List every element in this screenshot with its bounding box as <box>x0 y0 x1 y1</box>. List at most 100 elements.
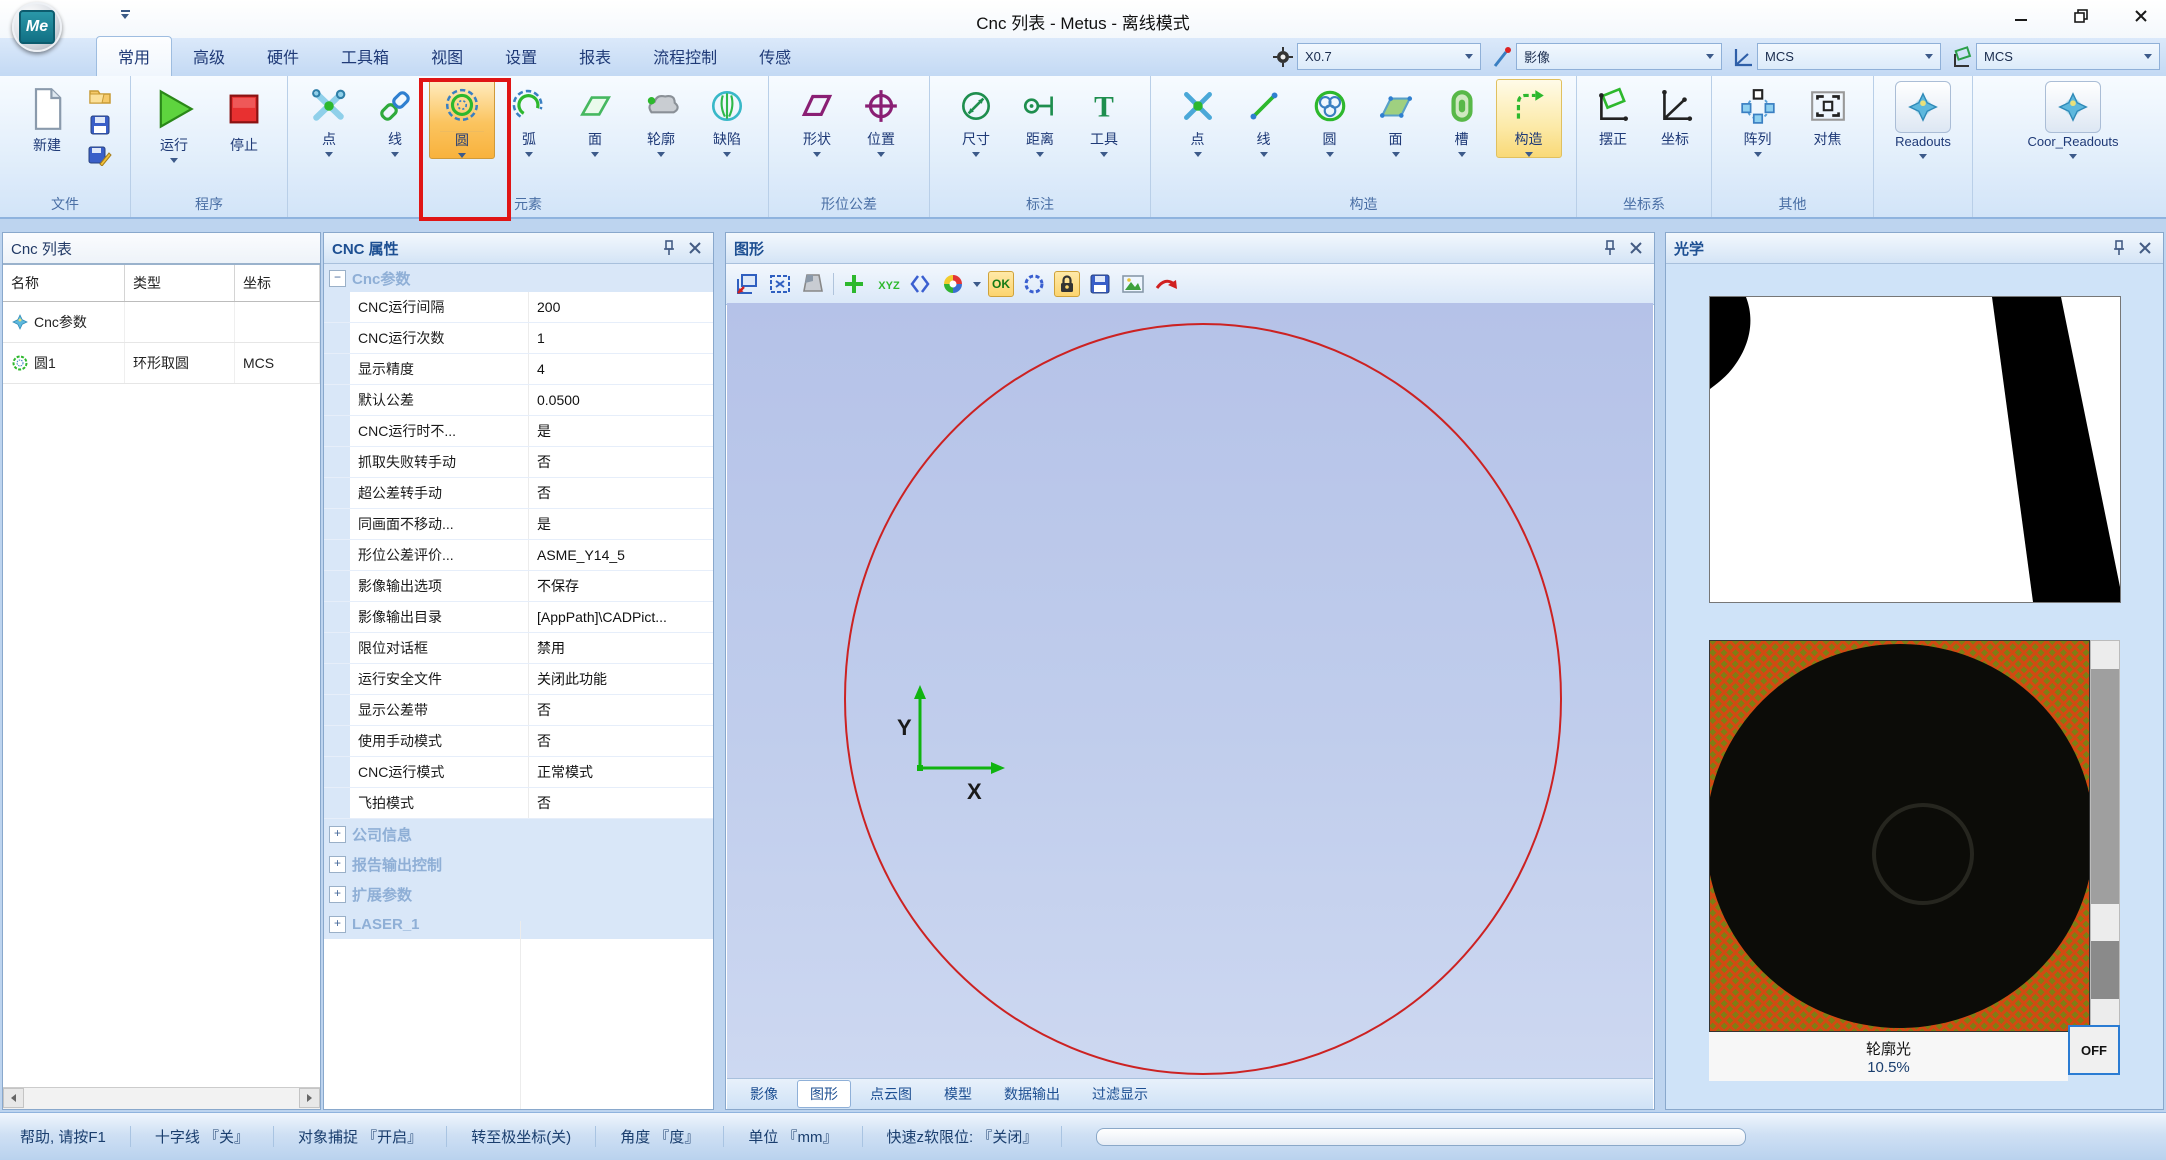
close-panel-button[interactable] <box>2135 239 2155 257</box>
tab-gongjuxiang[interactable]: 工具箱 <box>320 36 410 76</box>
camera-live-view[interactable] <box>1709 640 2090 1032</box>
tab-model-view[interactable]: 模型 <box>931 1080 985 1108</box>
collapsed-section[interactable]: + 扩展参数 <box>324 879 713 909</box>
annotation-tool-button[interactable]: T 工具 <box>1072 79 1136 157</box>
close-panel-button[interactable] <box>685 239 705 257</box>
element-defect-button[interactable]: 缺陷 <box>695 79 759 157</box>
expand-expander-icon[interactable]: + <box>329 826 346 843</box>
new-button[interactable]: 新建 <box>12 79 82 154</box>
property-value[interactable]: 4 <box>528 354 713 384</box>
property-value[interactable]: 否 <box>528 447 713 477</box>
save-button[interactable] <box>86 111 114 138</box>
status-crosshair-toggle[interactable]: 十字线 『关』 <box>131 1126 274 1147</box>
tab-gaoji[interactable]: 高级 <box>172 36 246 76</box>
close-panel-button[interactable] <box>1626 239 1646 257</box>
add-button[interactable] <box>841 271 867 297</box>
tab-filter-display-view[interactable]: 过滤显示 <box>1079 1080 1161 1108</box>
distance-button[interactable]: 距离 <box>1008 79 1072 157</box>
slider-thumb[interactable] <box>2091 941 2119 999</box>
tab-liuchengkongzhi[interactable]: 流程控制 <box>632 36 738 76</box>
construct-plane-button[interactable]: 面 <box>1364 79 1428 157</box>
close-button[interactable] <box>2130 6 2152 26</box>
construct-circle-button[interactable]: 圆 <box>1298 79 1362 157</box>
property-value[interactable]: 关闭此功能 <box>528 664 713 694</box>
table-row[interactable]: 圆1 环形取圆 MCS <box>3 343 320 384</box>
sensor-combo[interactable]: 影像 <box>1491 43 1722 70</box>
position-tolerance-button[interactable]: 位置 <box>849 79 913 157</box>
construct-point-button[interactable]: 点 <box>1166 79 1230 157</box>
open-button[interactable] <box>86 81 114 108</box>
element-point-button[interactable]: 点 <box>297 79 361 157</box>
stop-button[interactable]: 停止 <box>209 79 279 154</box>
section-cnc-params[interactable]: − Cnc参数 <box>324 264 713 292</box>
snapshot-button[interactable] <box>800 271 826 297</box>
property-value[interactable]: 0.0500 <box>528 385 713 415</box>
save-view-button[interactable] <box>1087 271 1113 297</box>
property-value[interactable]: 否 <box>528 695 713 725</box>
expand-expander-icon[interactable]: + <box>329 886 346 903</box>
tab-pointcloud-view[interactable]: 点云图 <box>857 1080 925 1108</box>
xyz-readout-button[interactable]: XYZ <box>874 271 900 297</box>
construct-slot-button[interactable]: 槽 <box>1430 79 1494 157</box>
status-polar-coord-toggle[interactable]: 转至极坐标(关) <box>447 1126 596 1147</box>
fit-view-button[interactable] <box>767 271 793 297</box>
construct-line-button[interactable]: 线 <box>1232 79 1296 157</box>
graphics-canvas[interactable]: Y X <box>727 303 1653 1079</box>
collapsed-section[interactable]: + LASER_1 <box>324 909 713 939</box>
tab-shitu[interactable]: 视图 <box>410 36 484 76</box>
redo-rotate-button[interactable] <box>1153 271 1179 297</box>
status-angle-unit-toggle[interactable]: 角度 『度』 <box>596 1126 724 1147</box>
scroll-left-button[interactable] <box>3 1088 24 1108</box>
property-value[interactable]: 是 <box>528 509 713 539</box>
collapsed-section[interactable]: + 报告输出控制 <box>324 849 713 879</box>
chevron-down-icon[interactable] <box>973 282 981 287</box>
tab-yingjian[interactable]: 硬件 <box>246 36 320 76</box>
property-value[interactable]: 200 <box>528 292 713 322</box>
property-value[interactable]: ASME_Y14_5 <box>528 540 713 570</box>
light-off-button[interactable]: OFF <box>2068 1025 2120 1075</box>
color-button[interactable] <box>940 271 966 297</box>
tab-shezhi[interactable]: 设置 <box>484 36 558 76</box>
status-z-limit-toggle[interactable]: 快速z软限位: 『关闭』 <box>863 1126 1063 1147</box>
pin-button[interactable] <box>1600 239 1620 257</box>
collapse-expander-icon[interactable]: − <box>329 270 346 287</box>
element-plane-button[interactable]: 面 <box>563 79 627 157</box>
readouts-button[interactable]: Readouts <box>1878 79 1968 159</box>
column-coord[interactable]: 坐标 <box>235 265 320 301</box>
array-button[interactable]: 阵列 <box>1723 79 1793 157</box>
coor-readouts-button[interactable]: Coor_Readouts <box>1998 79 2148 159</box>
edge-detection-view[interactable] <box>1709 296 2121 603</box>
save-as-button[interactable] <box>86 141 114 168</box>
magnification-combo[interactable]: X0.7 <box>1272 43 1481 70</box>
dimension-button[interactable]: 尺寸 <box>944 79 1008 157</box>
shape-tolerance-button[interactable]: 形状 <box>785 79 849 157</box>
column-type[interactable]: 类型 <box>125 265 235 301</box>
tab-changyong[interactable]: 常用 <box>96 36 172 76</box>
lock-view-button[interactable] <box>1054 271 1080 297</box>
tab-data-output-view[interactable]: 数据输出 <box>991 1080 1073 1108</box>
property-value[interactable]: 否 <box>528 788 713 818</box>
property-value[interactable]: 是 <box>528 416 713 446</box>
slider-thumb[interactable] <box>2091 669 2119 904</box>
property-value[interactable]: 正常模式 <box>528 757 713 787</box>
background-image-button[interactable] <box>1120 271 1146 297</box>
pin-button[interactable] <box>2109 239 2129 257</box>
expand-expander-icon[interactable]: + <box>329 916 346 933</box>
tab-baobiao[interactable]: 报表 <box>558 36 632 76</box>
workplane-combo[interactable]: MCS <box>1951 43 2160 70</box>
measured-circle[interactable] <box>845 324 1561 1074</box>
navigate-button[interactable] <box>907 271 933 297</box>
zoom-window-button[interactable] <box>734 271 760 297</box>
status-object-snap-toggle[interactable]: 对象捕捉 『开启』 <box>274 1126 447 1147</box>
light-intensity-slider[interactable] <box>2090 640 2120 1032</box>
scroll-right-button[interactable] <box>299 1088 320 1108</box>
column-name[interactable]: 名称 <box>3 265 125 301</box>
collapsed-section[interactable]: + 公司信息 <box>324 819 713 849</box>
coordsys-combo[interactable]: MCS <box>1732 43 1941 70</box>
selection-ring-button[interactable] <box>1021 271 1047 297</box>
element-contour-button[interactable]: 轮廓 <box>629 79 693 157</box>
status-unit-toggle[interactable]: 单位 『mm』 <box>724 1126 862 1147</box>
app-menu-button[interactable]: Me <box>12 2 62 52</box>
element-line-button[interactable]: 线 <box>363 79 427 157</box>
property-value[interactable]: 否 <box>528 478 713 508</box>
